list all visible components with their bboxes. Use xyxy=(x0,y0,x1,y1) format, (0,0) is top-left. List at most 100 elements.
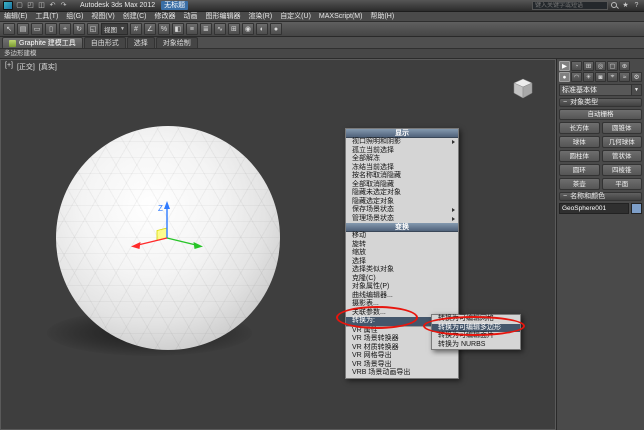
menu-item-vray-scene-export[interactable]: VR 场景导出 xyxy=(346,361,458,370)
utilities-tab-icon[interactable]: ⊕ xyxy=(619,61,630,71)
move-gizmo[interactable]: Z xyxy=(125,198,209,262)
collapsed-panel-polygon-modeling[interactable]: 多边形建模 xyxy=(0,49,644,59)
open-file-icon[interactable]: ◰ xyxy=(26,1,35,10)
tab-freeform[interactable]: 自由形式 xyxy=(84,37,126,48)
tab-selection[interactable]: 选择 xyxy=(127,37,155,48)
menu-item-viewport-lighting[interactable]: 视口照明和阴影 xyxy=(346,138,458,147)
helpers-category-icon[interactable]: ⌖ xyxy=(607,72,618,82)
box-button[interactable]: 长方体 xyxy=(559,122,600,134)
undo-icon[interactable]: ↶ xyxy=(48,1,57,10)
cone-button[interactable]: 圆锥体 xyxy=(602,122,643,134)
menu-rendering[interactable]: 渲染(R) xyxy=(244,12,276,22)
mirror-icon[interactable]: ◧ xyxy=(172,23,184,35)
geometry-category-icon[interactable]: ● xyxy=(559,72,570,82)
max-logo-icon[interactable] xyxy=(3,1,13,10)
tab-object-paint[interactable]: 对象绘制 xyxy=(156,37,198,48)
space-warps-category-icon[interactable]: ≈ xyxy=(619,72,630,82)
cameras-category-icon[interactable]: ◙ xyxy=(595,72,606,82)
create-tab-icon[interactable]: ▶ xyxy=(559,61,570,71)
menu-create[interactable]: 创建(C) xyxy=(119,12,151,22)
menu-item-freeze-selection[interactable]: 冻结当前选择 xyxy=(346,164,458,173)
rollout-name-and-color[interactable]: − 名称和颜色 xyxy=(559,192,642,201)
menu-modifiers[interactable]: 修改器 xyxy=(150,12,179,22)
menu-item-unhide-all[interactable]: 全部取消隐藏 xyxy=(346,181,458,190)
menu-item-curve-editor[interactable]: 曲线编辑器... xyxy=(346,292,458,301)
viewport-pov-menu[interactable]: [正交] xyxy=(17,62,35,72)
save-file-icon[interactable]: ◫ xyxy=(37,1,46,10)
cylinder-button[interactable]: 圆柱体 xyxy=(559,150,600,162)
curve-editor-icon[interactable]: ∿ xyxy=(214,23,226,35)
menu-item-clone[interactable]: 克隆(C) xyxy=(346,275,458,284)
submenu-item-editable-mesh[interactable]: 转换为可编辑网格 xyxy=(432,315,520,324)
teapot-button[interactable]: 茶壶 xyxy=(559,178,600,190)
geometry-category-dropdown[interactable]: 标准基本体 ▼ xyxy=(559,84,642,96)
submenu-item-editable-poly[interactable]: 转换为可编辑多边形 xyxy=(432,324,520,333)
rollout-object-type[interactable]: − 对象类型 xyxy=(559,98,642,107)
render-icon[interactable]: ● xyxy=(270,23,282,35)
menu-help[interactable]: 帮助(H) xyxy=(366,12,398,22)
hierarchy-tab-icon[interactable]: ⊞ xyxy=(583,61,594,71)
display-tab-icon[interactable]: ▢ xyxy=(607,61,618,71)
menu-animation[interactable]: 动画 xyxy=(179,12,201,22)
menu-item-unfreeze-all[interactable]: 全部解冻 xyxy=(346,155,458,164)
infocenter-search-input[interactable] xyxy=(532,1,608,10)
menu-item-hide-unselected[interactable]: 隐藏未选定对象 xyxy=(346,189,458,198)
pyramid-button[interactable]: 四棱锥 xyxy=(602,164,643,176)
select-scale-icon[interactable]: ◱ xyxy=(87,23,99,35)
tab-graphite-modeling[interactable]: Graphite 建模工具 xyxy=(2,37,83,48)
menu-views[interactable]: 视图(V) xyxy=(87,12,118,22)
menu-edit[interactable]: 编辑(E) xyxy=(0,12,31,22)
plane-button[interactable]: 平面 xyxy=(602,178,643,190)
autogrid-button[interactable]: 自动栅格 xyxy=(559,109,642,120)
lights-category-icon[interactable]: ☀ xyxy=(583,72,594,82)
select-by-name-icon[interactable]: ▤ xyxy=(17,23,29,35)
viewcube[interactable] xyxy=(510,75,536,101)
menu-group[interactable]: 组(G) xyxy=(62,12,87,22)
select-object-icon[interactable]: ↖ xyxy=(3,23,15,35)
modify-tab-icon[interactable]: ◔ xyxy=(571,61,582,71)
systems-category-icon[interactable]: ⚙ xyxy=(631,72,642,82)
orthographic-viewport[interactable]: [+] [正交] [真实] Z xyxy=(0,59,556,430)
menu-item-save-scene-state[interactable]: 保存场景状态 xyxy=(346,206,458,215)
percent-snap-icon[interactable]: % xyxy=(158,23,170,35)
object-color-swatch[interactable] xyxy=(631,203,642,214)
torus-button[interactable]: 圆环 xyxy=(559,164,600,176)
menu-item-manage-scene-states[interactable]: 管理场景状态 xyxy=(346,215,458,224)
menu-item-rotate[interactable]: 旋转 xyxy=(346,241,458,250)
object-name-input[interactable] xyxy=(559,203,629,214)
help-icon[interactable]: ? xyxy=(632,1,641,10)
menu-item-isolate-selection[interactable]: 孤立当前选择 xyxy=(346,147,458,156)
angle-snap-icon[interactable]: ∠ xyxy=(144,23,156,35)
snaps-toggle-icon[interactable]: # xyxy=(130,23,142,35)
menu-item-vrb-scene-anim-export[interactable]: VRB 场景动画导出 xyxy=(346,369,458,378)
submenu-item-nurbs[interactable]: 转换为 NURBS xyxy=(432,341,520,350)
render-setup-icon[interactable]: ◐ xyxy=(256,23,268,35)
menu-item-select[interactable]: 选择 xyxy=(346,258,458,267)
search-icon[interactable] xyxy=(610,1,619,10)
material-editor-icon[interactable]: ◉ xyxy=(242,23,254,35)
reference-coordinate-dropdown[interactable]: 视图 ▼ xyxy=(101,23,128,35)
viewport-general-menu[interactable]: [+] xyxy=(5,62,13,72)
infocenter-star-icon[interactable]: ★ xyxy=(621,1,630,10)
tube-button[interactable]: 管状体 xyxy=(602,150,643,162)
new-scene-icon[interactable]: ▢ xyxy=(15,1,24,10)
redo-icon[interactable]: ↷ xyxy=(59,1,68,10)
align-icon[interactable]: ≡ xyxy=(186,23,198,35)
menu-item-scale[interactable]: 缩放 xyxy=(346,249,458,258)
menu-tools[interactable]: 工具(T) xyxy=(31,12,62,22)
viewport-shading-menu[interactable]: [真实] xyxy=(39,62,57,72)
menu-item-hide-selection[interactable]: 隐藏选定对象 xyxy=(346,198,458,207)
layer-manager-icon[interactable]: ≣ xyxy=(200,23,212,35)
select-move-icon[interactable]: + xyxy=(59,23,71,35)
geosphere-button[interactable]: 几何球体 xyxy=(602,136,643,148)
menu-maxscript[interactable]: MAXScript(M) xyxy=(315,12,367,22)
window-crossing-icon[interactable]: ▯ xyxy=(45,23,57,35)
sphere-button[interactable]: 球体 xyxy=(559,136,600,148)
menu-item-vray-mesh-export[interactable]: VR 网格导出 xyxy=(346,352,458,361)
submenu-item-editable-patch[interactable]: 转换为可编辑面片 xyxy=(432,332,520,341)
menu-item-unhide-by-name[interactable]: 按名称取消隐藏 xyxy=(346,172,458,181)
menu-item-object-properties[interactable]: 对象属性(P) xyxy=(346,283,458,292)
menu-graph-editors[interactable]: 图形编辑器 xyxy=(201,12,244,22)
schematic-view-icon[interactable]: ⊞ xyxy=(228,23,240,35)
shapes-category-icon[interactable]: ◠ xyxy=(571,72,582,82)
